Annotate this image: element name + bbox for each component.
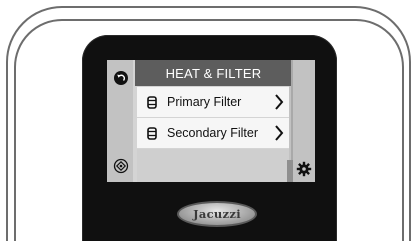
chevron-right-icon (271, 125, 287, 141)
settings-button[interactable] (296, 161, 312, 177)
screen-title-text: HEAT & FILTER (165, 65, 262, 81)
filter-cartridge-icon (141, 126, 163, 140)
chevron-right-icon (271, 94, 287, 110)
home-diamond-icon (113, 158, 129, 174)
back-arrow-icon (117, 74, 126, 81)
menu-item-label: Primary Filter (167, 95, 242, 109)
brand-logo: Jacuzzi (177, 201, 257, 227)
scrollbar-thumb[interactable] (287, 160, 293, 182)
brand-logo-text: Jacuzzi (193, 207, 241, 221)
empty-list-area (137, 149, 289, 182)
touch-screen: HEAT & FILTER Primary Filter Secondary F… (107, 60, 315, 182)
screen-title: HEAT & FILTER (135, 60, 292, 86)
menu-item-secondary-filter[interactable]: Secondary Filter (137, 118, 289, 148)
filter-cartridge-icon (141, 95, 163, 109)
home-button[interactable] (113, 158, 129, 174)
gear-icon (296, 161, 312, 177)
back-button[interactable] (114, 71, 128, 85)
menu-item-label: Secondary Filter (167, 126, 259, 140)
menu-item-primary-filter[interactable]: Primary Filter (137, 87, 289, 117)
